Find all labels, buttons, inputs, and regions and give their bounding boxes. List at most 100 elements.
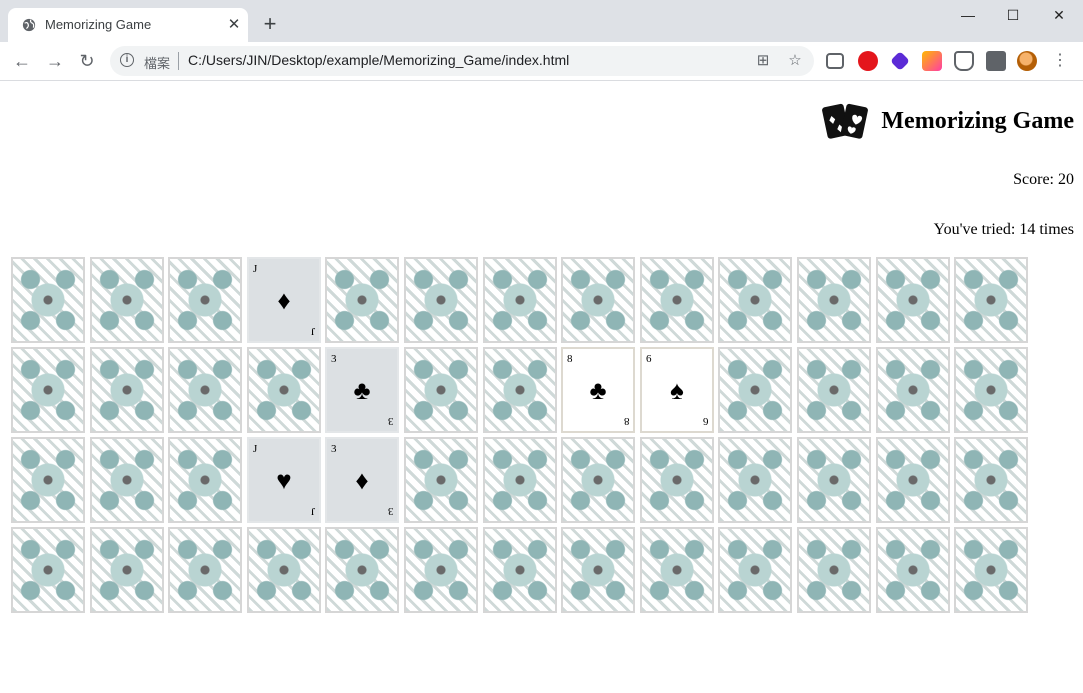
browser-titlebar: Memorizing Game ✕ + — ☐ ✕ — [0, 0, 1083, 42]
tab-close-icon[interactable]: ✕ — [225, 16, 243, 34]
card-face-down[interactable] — [954, 527, 1028, 613]
address-bar[interactable]: i 檔案 C:/Users/JIN/Desktop/example/Memori… — [110, 46, 814, 76]
card-face-down[interactable] — [90, 437, 164, 523]
card-rank-rotated: J — [310, 505, 315, 517]
clubs-suit-icon: ♣ — [589, 375, 607, 405]
card-face-down[interactable] — [561, 437, 635, 523]
card-face-down[interactable] — [325, 257, 399, 343]
card-face-down[interactable] — [168, 437, 242, 523]
card-rank: 8 — [567, 353, 573, 365]
score-display: Score: 20 — [1013, 171, 1074, 188]
page-title: Memorizing Game — [881, 107, 1074, 134]
card-rank: 3 — [331, 443, 337, 455]
hearts-suit-icon: ♥ — [276, 465, 292, 495]
card-face-down[interactable] — [718, 437, 792, 523]
card-face-down[interactable] — [718, 257, 792, 343]
card-face-up[interactable]: 3 ♣ 3 — [325, 347, 399, 433]
card-face-down[interactable] — [90, 257, 164, 343]
forward-arrow-icon[interactable]: → — [44, 50, 66, 72]
omnibox-divider — [178, 52, 179, 70]
reload-icon[interactable]: ↻ — [76, 50, 98, 72]
bookmark-star-icon[interactable]: ☆ — [786, 52, 804, 70]
card-face-down[interactable] — [483, 437, 557, 523]
card-face-down[interactable] — [247, 527, 321, 613]
card-face-down[interactable] — [90, 527, 164, 613]
opera-extension-icon[interactable] — [858, 51, 878, 71]
card-face-down[interactable] — [90, 347, 164, 433]
card-face-down[interactable] — [876, 437, 950, 523]
card-rank-rotated: 8 — [623, 415, 630, 427]
card-rank: J — [253, 443, 258, 455]
maximize-button[interactable]: ☐ — [990, 0, 1036, 32]
card-face-down[interactable] — [11, 347, 85, 433]
card-face-down[interactable] — [325, 527, 399, 613]
card-face-up[interactable]: 6 ♠ 6 — [640, 347, 714, 433]
profile-avatar[interactable] — [1017, 51, 1037, 71]
card-face-down[interactable] — [561, 257, 635, 343]
card-face-down[interactable] — [954, 347, 1028, 433]
card-face-down[interactable] — [718, 347, 792, 433]
card-face-down[interactable] — [797, 257, 871, 343]
card-face-down[interactable] — [954, 437, 1028, 523]
tab-title: Memorizing Game — [45, 17, 152, 32]
spades-suit-icon: ♠ — [670, 375, 684, 405]
card-face-down[interactable] — [797, 347, 871, 433]
translate-icon[interactable]: ⊞ — [754, 52, 772, 70]
url-text[interactable]: C:/Users/JIN/Desktop/example/Memorizing_… — [188, 52, 569, 68]
w-extension-icon[interactable] — [922, 51, 942, 71]
card-face-down[interactable] — [168, 257, 242, 343]
page-header: Memorizing Game — [821, 101, 1074, 141]
card-face-down[interactable] — [404, 257, 478, 343]
card-rank-rotated: 6 — [702, 415, 709, 427]
card-rank: 6 — [646, 353, 652, 365]
card-face-up[interactable]: J ♦ J — [247, 257, 321, 343]
tries-display: You've tried: 14 times — [933, 221, 1074, 238]
back-arrow-icon[interactable]: ← — [11, 50, 33, 72]
playing-cards-icon — [822, 103, 869, 139]
card-rank: 3 — [331, 353, 337, 365]
card-face-down[interactable] — [483, 257, 557, 343]
card-face-down[interactable] — [11, 527, 85, 613]
card-face-down[interactable] — [876, 527, 950, 613]
card-face-down[interactable] — [168, 347, 242, 433]
extensions-puzzle-icon[interactable] — [986, 51, 1006, 71]
card-face-down[interactable] — [876, 347, 950, 433]
minimize-button[interactable]: — — [945, 0, 991, 32]
card-face-up[interactable]: 3 ♦ 3 — [325, 437, 399, 523]
card-rank-rotated: 3 — [387, 505, 394, 517]
card-face-down[interactable] — [168, 527, 242, 613]
card-rank-rotated: 3 — [387, 415, 394, 427]
info-icon[interactable]: i — [120, 53, 134, 67]
browser-tab[interactable]: Memorizing Game ✕ — [8, 8, 248, 42]
card-rank: J — [253, 263, 258, 275]
card-face-down[interactable] — [404, 347, 478, 433]
card-face-down[interactable] — [718, 527, 792, 613]
clubs-suit-icon: ♣ — [353, 375, 371, 405]
card-face-down[interactable] — [954, 257, 1028, 343]
card-face-down[interactable] — [876, 257, 950, 343]
card-face-down[interactable] — [640, 257, 714, 343]
card-face-down[interactable] — [11, 257, 85, 343]
menu-kebab-icon[interactable]: ⋮ — [1052, 51, 1068, 71]
card-face-down[interactable] — [640, 437, 714, 523]
card-face-down[interactable] — [561, 527, 635, 613]
card-face-down[interactable] — [797, 527, 871, 613]
card-face-down[interactable] — [404, 527, 478, 613]
card-face-down[interactable] — [247, 347, 321, 433]
card-face-down[interactable] — [11, 437, 85, 523]
scheme-label: 檔案 — [144, 56, 171, 71]
cast-icon[interactable] — [826, 53, 844, 69]
diamonds-suit-icon: ♦ — [277, 285, 291, 315]
card-face-down[interactable] — [483, 347, 557, 433]
card-rank-rotated: J — [310, 325, 315, 337]
pocket-icon[interactable] — [954, 51, 974, 71]
card-face-down[interactable] — [483, 527, 557, 613]
new-tab-button[interactable]: + — [258, 13, 282, 37]
card-face-down[interactable] — [404, 437, 478, 523]
close-window-button[interactable]: ✕ — [1036, 0, 1082, 32]
card-face-down[interactable] — [797, 437, 871, 523]
globe-icon — [22, 18, 36, 32]
card-face-up[interactable]: J ♥ J — [247, 437, 321, 523]
card-face-up[interactable]: 8 ♣ 8 — [561, 347, 635, 433]
card-face-down[interactable] — [640, 527, 714, 613]
